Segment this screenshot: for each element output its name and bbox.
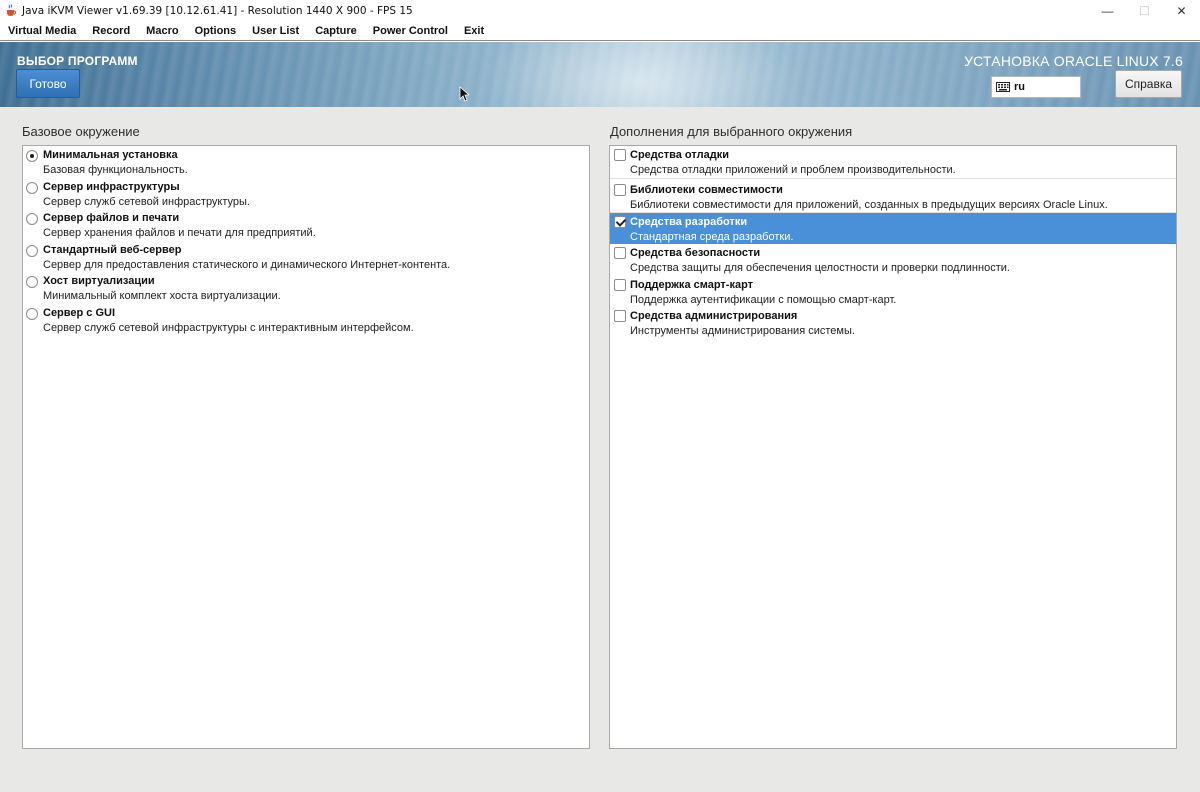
checkbox[interactable]	[614, 278, 626, 291]
checkbox[interactable]	[614, 183, 626, 196]
menu-options[interactable]: Options	[187, 25, 245, 37]
window-titlebar: Java iKVM Viewer v1.69.39 [10.12.61.41] …	[0, 0, 1200, 21]
checkbox-checked[interactable]	[614, 215, 626, 228]
addon-description: Стандартная среда разработки.	[630, 230, 794, 243]
radio-button[interactable]	[26, 244, 38, 257]
env-name: Минимальная установка	[43, 149, 178, 161]
window-controls: — ☐ ✕	[1089, 0, 1200, 21]
menu-virtual-media[interactable]: Virtual Media	[0, 25, 84, 37]
keyboard-layout-indicator[interactable]: ru	[991, 76, 1081, 98]
window-title: Java iKVM Viewer v1.69.39 [10.12.61.41] …	[22, 4, 413, 17]
checkbox[interactable]	[614, 247, 626, 259]
addon-description: Поддержка аутентификации с помощью смарт…	[630, 293, 897, 306]
installer-header: ВЫБОР ПРОГРАММ Готово УСТАНОВКА ORACLE L…	[0, 42, 1200, 107]
addon-option[interactable]: Поддержка смарт-карт Поддержка аутентифи…	[610, 276, 1176, 308]
done-button[interactable]: Готово	[16, 69, 80, 98]
addon-name: Средства отладки	[630, 149, 729, 161]
env-option[interactable]: Сервер с GUI Сервер служб сетевой инфрас…	[23, 304, 589, 336]
env-name: Сервер с GUI	[43, 306, 116, 319]
base-environment-list: Минимальная установка Базовая функционал…	[22, 145, 590, 749]
env-description: Сервер служб сетевой инфраструктуры с ин…	[43, 321, 414, 334]
help-button[interactable]: Справка	[1115, 70, 1182, 98]
env-option[interactable]: Сервер файлов и печати Сервер хранения ф…	[23, 209, 589, 241]
addon-description: Средства защиты для обеспечения целостно…	[630, 262, 1010, 274]
product-title: УСТАНОВКА ORACLE LINUX 7.6	[964, 53, 1183, 69]
close-button[interactable]: ✕	[1163, 0, 1200, 21]
addon-option[interactable]: Средства отладки Средства отладки прилож…	[610, 146, 1176, 178]
addons-list: Средства отладки Средства отладки прилож…	[609, 145, 1177, 749]
env-name: Хост виртуализации	[43, 275, 155, 287]
addon-option[interactable]: Библиотеки совместимости Библиотеки совм…	[610, 177, 1176, 213]
addons-label: Дополнения для выбранного окружения	[610, 124, 853, 139]
checkbox[interactable]	[614, 149, 626, 161]
radio-button[interactable]	[26, 181, 38, 194]
menu-exit[interactable]: Exit	[456, 25, 492, 37]
minimize-button[interactable]: —	[1089, 0, 1126, 21]
menu-user-list[interactable]: User List	[244, 25, 307, 37]
menu-macro[interactable]: Macro	[138, 25, 186, 37]
radio-button[interactable]	[26, 276, 38, 288]
addon-name: Средства разработки	[630, 215, 748, 228]
addon-name: Поддержка смарт-карт	[630, 278, 754, 291]
env-name: Сервер инфраструктуры	[43, 180, 180, 193]
addon-option[interactable]: Средства безопасности Средства защиты дл…	[610, 244, 1176, 276]
keyboard-icon	[996, 82, 1010, 92]
addon-name: Библиотеки совместимости	[630, 183, 783, 196]
env-option[interactable]: Минимальная установка Базовая функционал…	[23, 146, 589, 178]
menu-power-control[interactable]: Power Control	[365, 25, 456, 37]
remote-screen[interactable]: ВЫБОР ПРОГРАММ Готово УСТАНОВКА ORACLE L…	[0, 42, 1200, 792]
base-environment-label: Базовое окружение	[22, 124, 140, 139]
addon-name: Средства безопасности	[630, 247, 761, 259]
env-description: Сервер хранения файлов и печати для пред…	[43, 227, 316, 239]
env-description: Сервер служб сетевой инфраструктуры.	[43, 195, 250, 208]
env-option[interactable]: Стандартный веб-сервер Сервер для предос…	[23, 241, 589, 273]
env-description: Минимальный комплект хоста виртуализации…	[43, 290, 281, 302]
java-cup-icon	[4, 4, 18, 18]
radio-button[interactable]	[26, 150, 38, 162]
radio-button[interactable]	[26, 307, 38, 320]
env-option[interactable]: Сервер инфраструктуры Сервер служб сетев…	[23, 178, 589, 210]
radio-button[interactable]	[26, 213, 38, 225]
addon-option-selected[interactable]: Средства разработки Стандартная среда ра…	[610, 212, 1176, 244]
menu-capture[interactable]: Capture	[307, 25, 365, 37]
mouse-cursor-icon	[459, 86, 469, 102]
addon-description: Средства отладки приложений и проблем пр…	[630, 164, 956, 176]
env-name: Стандартный веб-сервер	[43, 243, 182, 256]
addon-name: Средства администрирования	[630, 310, 798, 322]
env-option[interactable]: Хост виртуализации Минимальный комплект …	[23, 272, 589, 304]
addon-description: Библиотеки совместимости для приложений,…	[630, 198, 1108, 211]
env-description: Сервер для предоставления статического и…	[43, 258, 451, 271]
page-title: ВЫБОР ПРОГРАММ	[17, 54, 138, 68]
menu-record[interactable]: Record	[84, 25, 138, 37]
keyboard-layout-label: ru	[1014, 81, 1025, 93]
menubar: Virtual Media Record Macro Options User …	[0, 21, 1200, 41]
maximize-button[interactable]: ☐	[1126, 0, 1163, 21]
env-name: Сервер файлов и печати	[43, 212, 180, 224]
env-description: Базовая функциональность.	[43, 164, 188, 176]
addon-description: Инструменты администрирования системы.	[630, 325, 855, 337]
checkbox[interactable]	[614, 310, 626, 322]
addon-option[interactable]: Средства администрирования Инструменты а…	[610, 307, 1176, 339]
